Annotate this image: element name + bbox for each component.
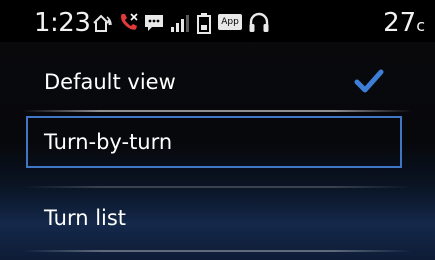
phone-missed-icon <box>121 13 138 30</box>
clock: 1:23 <box>34 8 91 38</box>
menu-item-turn-list[interactable]: Turn list <box>26 192 402 244</box>
menu-item-label: Turn list <box>44 206 127 230</box>
signal-bars-icon <box>171 15 189 32</box>
house-signal-icon <box>93 14 112 32</box>
menu-item-turn-by-turn[interactable]: Turn-by-turn <box>26 116 402 168</box>
menu-item-label: Default view <box>44 70 176 94</box>
divider <box>22 110 412 112</box>
outside-temperature: 27c <box>383 8 425 41</box>
menu-item-label: Turn-by-turn <box>44 130 173 154</box>
temperature-unit: c <box>416 16 425 35</box>
divider <box>22 250 412 252</box>
temperature-value: 27 <box>383 8 417 38</box>
app-badge-label: App <box>221 17 239 27</box>
message-icon <box>145 15 163 31</box>
menu-item-default-view[interactable]: Default view <box>26 56 402 108</box>
nav-view-menu-screen: 1:23 App 27c Default view Turn-by-turn T… <box>0 0 435 260</box>
divider <box>22 186 412 188</box>
checkmark-icon <box>354 69 384 93</box>
app-icon: App <box>218 14 242 30</box>
status-bar: 1:23 App 27c <box>0 0 435 42</box>
headset-icon <box>249 12 269 32</box>
battery-icon <box>197 13 211 34</box>
